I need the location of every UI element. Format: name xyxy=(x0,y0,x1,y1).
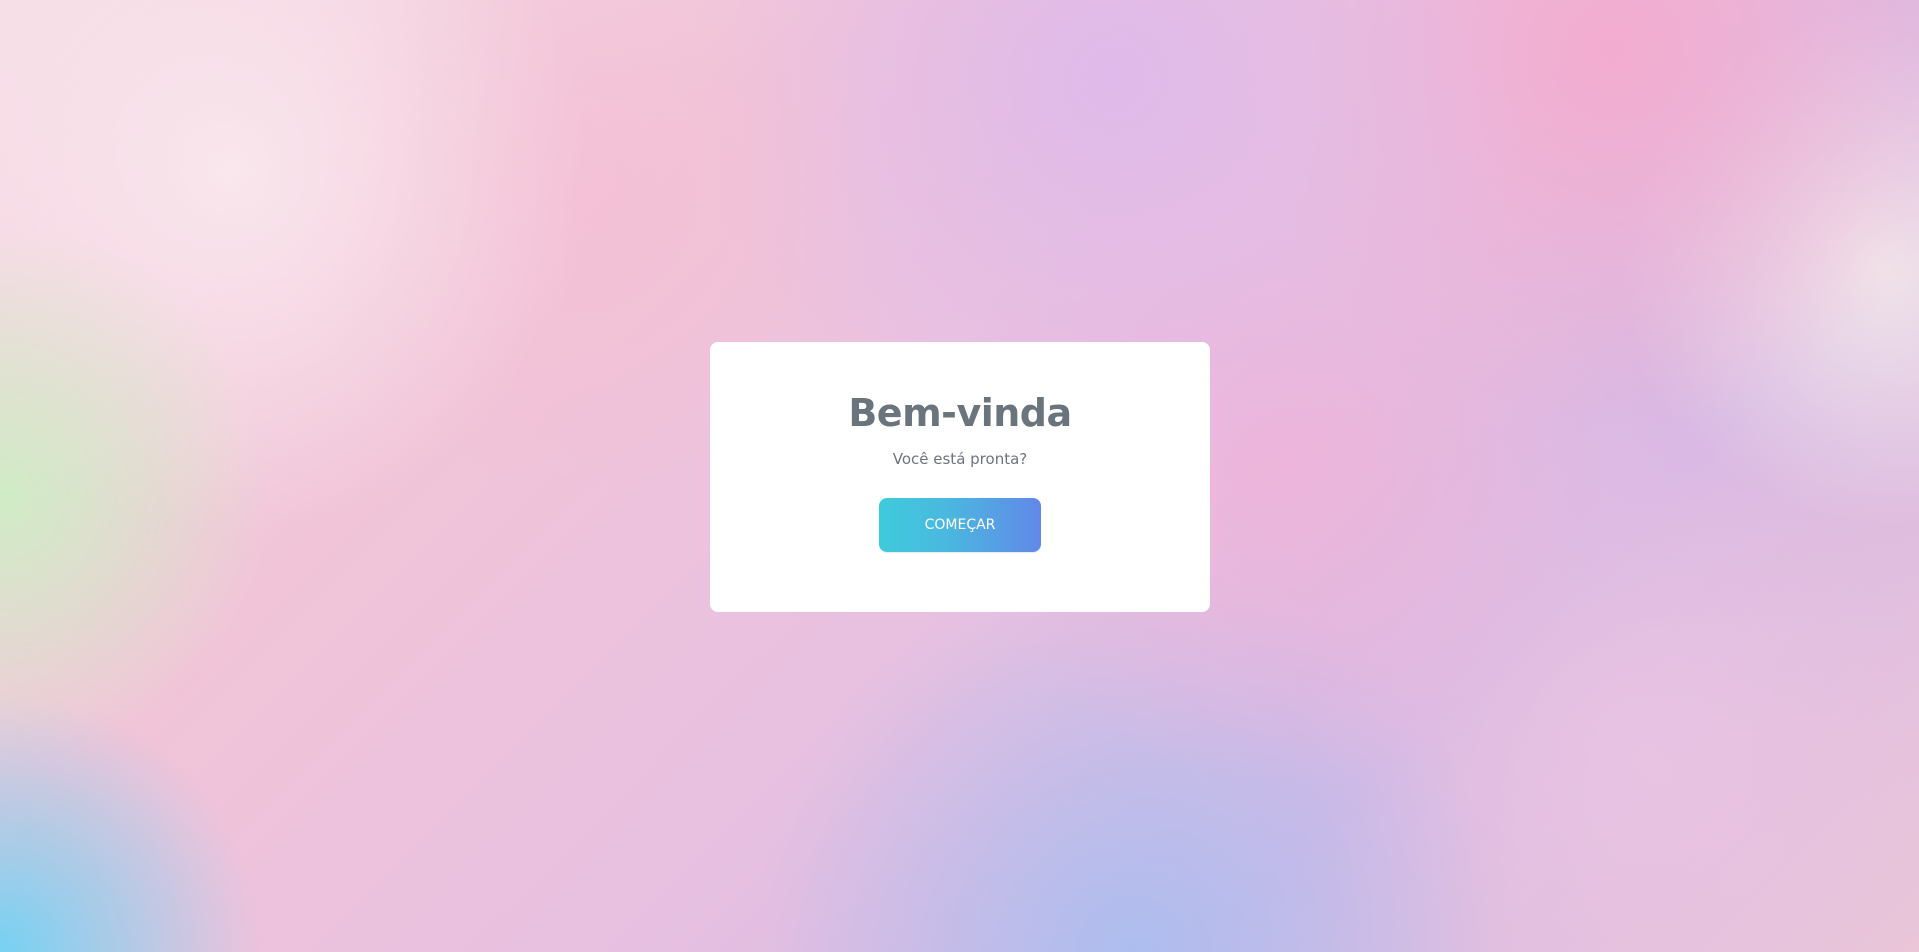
start-button[interactable]: COMEÇAR xyxy=(879,498,1041,552)
welcome-subtitle: Você está pronta? xyxy=(892,450,1028,468)
welcome-title: Bem-vinda xyxy=(848,391,1072,435)
welcome-modal: Bem-vinda Você está pronta? COMEÇAR xyxy=(710,342,1210,612)
